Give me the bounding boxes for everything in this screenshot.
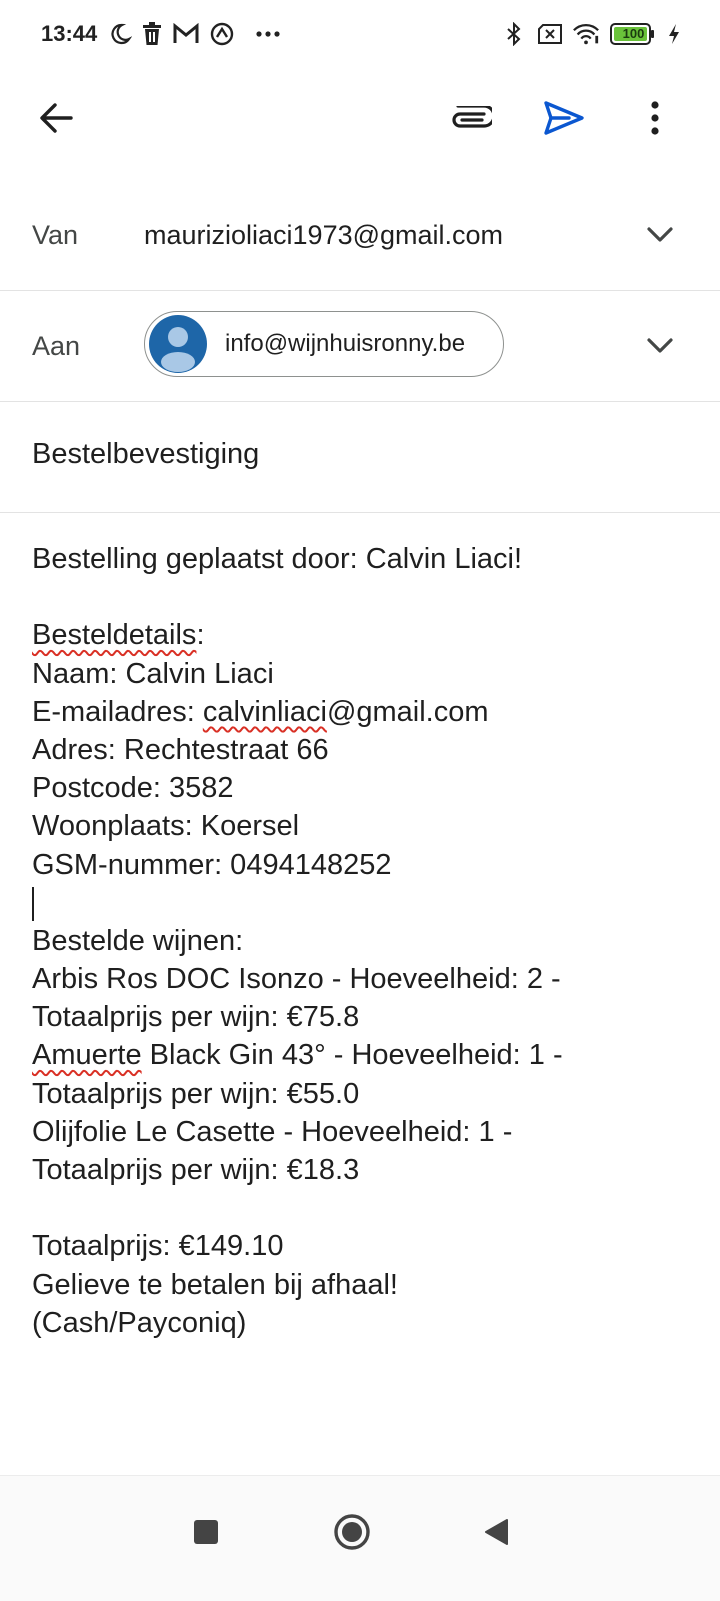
text-cursor [32,887,34,922]
recents-button[interactable] [176,1504,236,1564]
body-wine3-b: Totaalprijs per wijn: €18.3 [32,1154,360,1186]
more-dots-icon [254,20,282,48]
body-total: Totaalprijs: €149.10 [32,1230,284,1263]
battery-level: 100 [622,26,645,41]
body-blank [32,578,702,616]
subject-row[interactable]: Bestelbevestiging [0,402,720,513]
body-woonplaats: Woonplaats: Koersel [32,810,300,843]
body-wine2-a: Amuerte Black Gin 43° - Hoeveelheid: 1 - [32,1036,702,1074]
body-wine3-a: Olijfolie Le Casette - Hoeveelheid: 1 - [32,1115,513,1148]
from-row[interactable]: Van maurizioliaci1973@gmail.com [0,180,720,291]
recents-square-icon [193,1519,219,1550]
vpn-icon [208,20,236,48]
body-naam: Naam: Calvin Liaci [32,657,274,690]
send-icon [543,100,585,141]
spellcheck-word: calvinliaci [202,695,327,728]
chevron-down-icon [647,227,673,242]
details-colon: : [196,619,205,652]
wine2-rest: Black Gin 43° - Hoeveelheid: 1 - [141,1039,563,1072]
system-nav-bar [0,1475,720,1601]
email-domain: @gmail.com [326,695,489,728]
person-icon [161,327,195,372]
home-button[interactable] [322,1504,382,1564]
sim-off-icon [536,20,564,48]
body-greeting: Bestelling geplaatst door: Calvin Liaci! [32,543,523,575]
gmail-icon [172,20,200,48]
avatar [149,315,207,373]
recipient-chip[interactable]: info@wijnhuisronny.be [144,311,504,377]
recipient-address: info@wijnhuisronny.be [225,330,466,357]
body-pay-methods: (Cash/Payconiq) [32,1306,247,1339]
body-blank [32,1189,702,1227]
back-arrow-icon [39,102,73,138]
body-email: E-mailadres: calvinliaci@gmail.com [32,693,702,731]
subject-field[interactable]: Bestelbevestiging [32,438,259,471]
body-gsm: GSM-nummer: 0494148252 [32,848,392,881]
body-wine1-b: Totaalprijs per wijn: €75.8 [32,1001,360,1034]
body-details-heading: Besteldetails: [32,616,702,654]
send-button[interactable] [536,92,592,148]
body-postcode: Postcode: 3582 [32,772,234,805]
back-button[interactable] [28,92,84,148]
more-vert-icon [650,100,660,140]
system-back-button[interactable] [466,1504,526,1564]
chevron-down-icon [647,338,673,353]
wifi-icon [572,20,600,48]
body-wine1-a: Arbis Ros DOC Isonzo - Hoeveelheid: 2 - [32,963,561,996]
message-body[interactable]: Bestelling geplaatst door: Calvin Liaci!… [32,540,702,1342]
body-cursor-line [32,884,702,922]
trash-icon [138,20,166,48]
to-label: Aan [32,331,81,361]
status-time: 13:44 [41,21,98,46]
charging-icon [660,20,688,48]
attach-button[interactable] [442,92,498,148]
status-bar: 13:44 100 [0,0,720,70]
to-expand-button[interactable] [640,326,680,366]
moon-icon [106,20,134,48]
body-wines-heading: Bestelde wijnen: [32,924,244,957]
more-options-button[interactable] [627,92,683,148]
to-row[interactable]: Aan info@wijnhuisronny.be [0,291,720,402]
home-circle-icon [333,1513,371,1556]
spellcheck-word: Besteldetails [32,619,197,652]
back-triangle-icon [483,1518,509,1551]
from-label: Van [32,220,79,250]
body-wine2-b: Totaalprijs per wijn: €55.0 [32,1077,360,1110]
compose-toolbar [0,70,720,170]
from-address[interactable]: maurizioliaci1973@gmail.com [144,220,503,251]
body-adres: Adres: Rechtestraat 66 [32,733,329,766]
paperclip-icon [448,103,496,135]
body-pay-note: Gelieve te betalen bij afhaal! [32,1268,398,1301]
from-expand-button[interactable] [640,215,680,255]
email-prefix: E-mailadres: [32,695,203,728]
bluetooth-icon [500,20,528,48]
spellcheck-word: Amuerte [32,1039,142,1072]
